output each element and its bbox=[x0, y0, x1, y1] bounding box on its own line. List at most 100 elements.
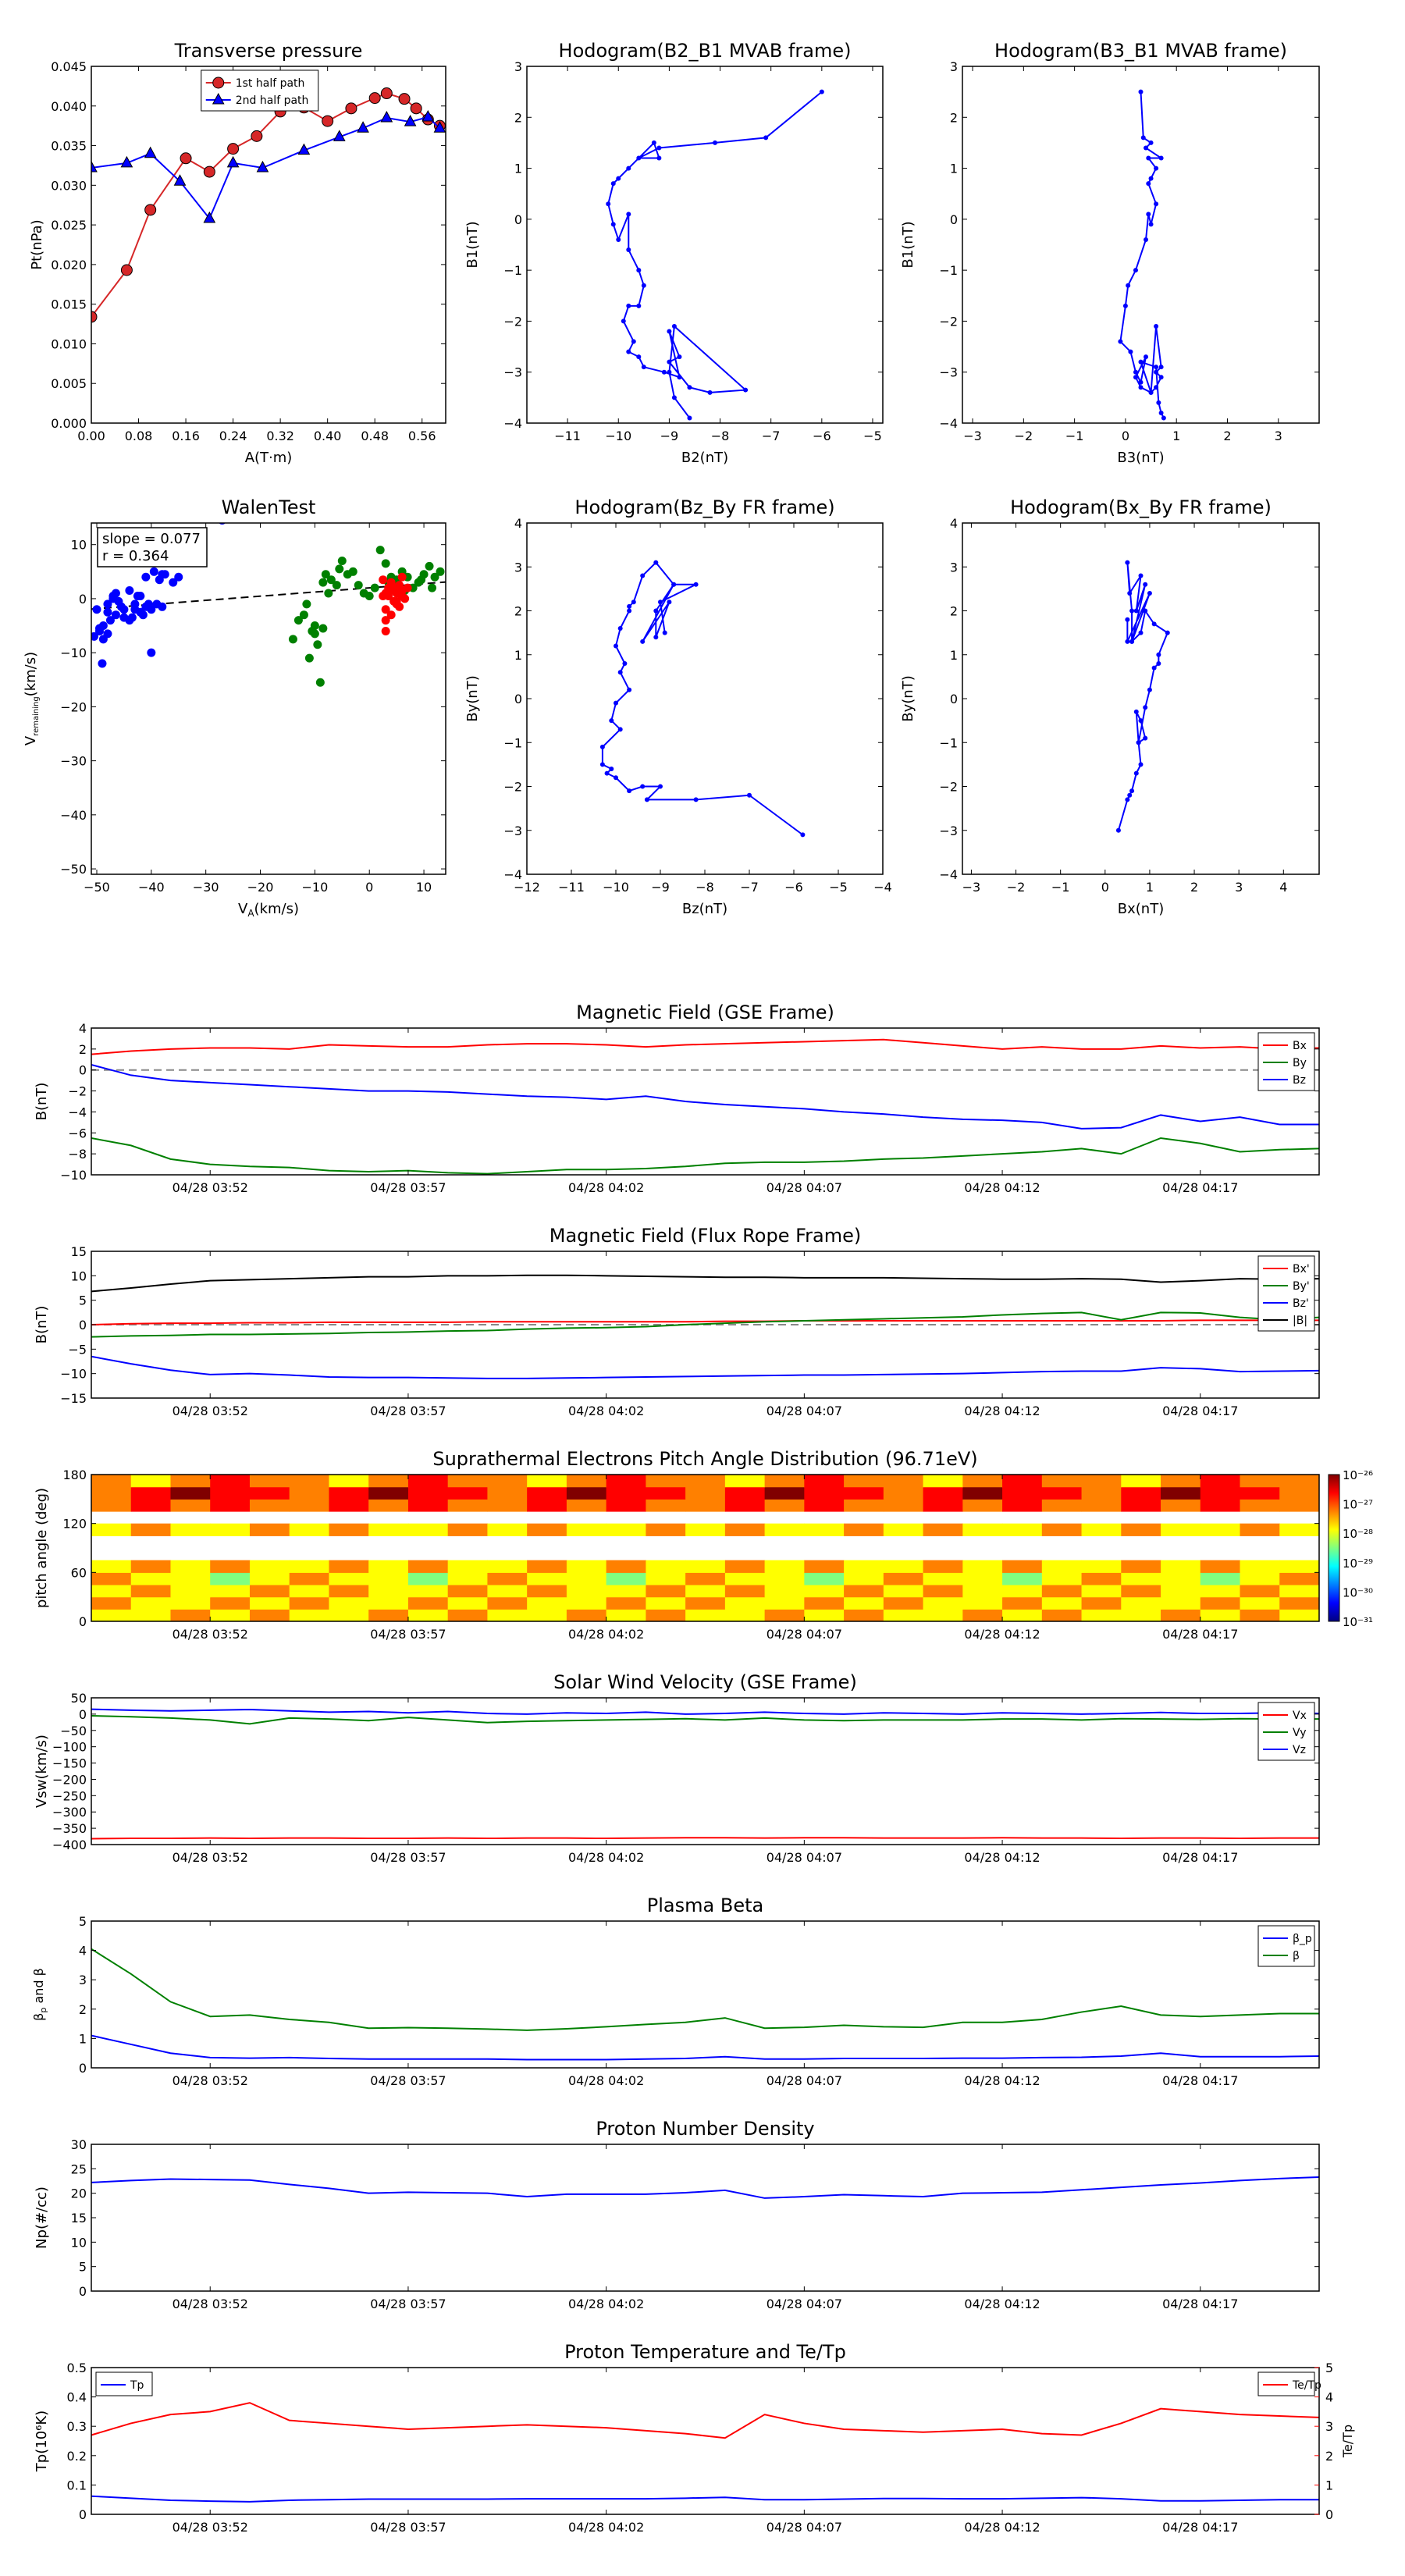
h1-series-0-point bbox=[671, 323, 677, 329]
pad-cell bbox=[1200, 1585, 1241, 1598]
vsw-legend-label: Vx bbox=[1293, 1710, 1307, 1722]
h2-ytick-label: −2 bbox=[939, 314, 958, 329]
pad-cell bbox=[1279, 1499, 1319, 1512]
pad-cell bbox=[646, 1609, 686, 1621]
walen-ylabel: Vremaining(km/s) bbox=[23, 652, 41, 745]
pad-cell bbox=[447, 1486, 489, 1500]
beta-ytick-label: 4 bbox=[79, 1944, 87, 1959]
h1-ytick-label: −4 bbox=[503, 416, 522, 431]
pad-cell bbox=[764, 1572, 805, 1585]
h2-series-0-point bbox=[1146, 181, 1151, 187]
walen-series-1-point bbox=[417, 575, 426, 585]
fr2-ytick-label: −4 bbox=[939, 867, 958, 882]
walen-xtick-label: −30 bbox=[193, 880, 219, 895]
fr1-series-0-point bbox=[693, 797, 699, 802]
fr2-series-0-point bbox=[1143, 582, 1148, 587]
pad-cell bbox=[1041, 1609, 1083, 1621]
walen-series-1-point bbox=[299, 610, 308, 620]
pad-cell bbox=[1240, 1499, 1280, 1512]
pad-cell bbox=[170, 1609, 211, 1621]
pad-cell bbox=[407, 1523, 449, 1536]
pt-ytick-label: 0.035 bbox=[51, 139, 87, 154]
pad-cell bbox=[1279, 1560, 1319, 1573]
pad-cell bbox=[606, 1475, 646, 1488]
chart-walen: WalenTest −50 −40 −30 −20 −10 0 10 −50 −40 −30 −20 −… bbox=[23, 496, 446, 919]
h1-ytick-label: −3 bbox=[503, 365, 522, 380]
fr1-series-0-point bbox=[622, 661, 628, 666]
pad-cell bbox=[91, 1499, 132, 1512]
pad-cell bbox=[844, 1486, 884, 1500]
walen-series-0-point bbox=[111, 589, 120, 598]
h1-series-0-point bbox=[621, 318, 626, 324]
pad-cell bbox=[130, 1486, 172, 1500]
h1-series-0-point bbox=[677, 375, 682, 380]
pad-cell bbox=[962, 1572, 1003, 1585]
pad-cell bbox=[487, 1499, 528, 1512]
pad-cell bbox=[804, 1560, 845, 1573]
walen-ytick-label: −30 bbox=[60, 754, 87, 769]
pad-cell bbox=[566, 1596, 607, 1610]
chart-vsw: Solar Wind Velocity (GSE Frame) 04/28 03:… bbox=[34, 1671, 1320, 1865]
walen-annotation-text: r = 0.364 bbox=[102, 548, 169, 564]
h1-series-0-point bbox=[667, 359, 672, 365]
beta-ytick-label: 5 bbox=[79, 1914, 87, 1929]
chart-np: Proton Number Density04/28 03:52 04/28 03… bbox=[34, 2118, 1320, 2311]
pad-cell bbox=[1200, 1486, 1241, 1500]
walen-series-0-point bbox=[141, 572, 151, 582]
pad-cell bbox=[923, 1523, 963, 1536]
tp-legend: Te/Tp bbox=[1257, 2371, 1321, 2396]
h1-series-0-point bbox=[606, 201, 611, 207]
tp-y2tick-label: 5 bbox=[1325, 2361, 1333, 2375]
tp-legend-label: Tp bbox=[130, 2379, 144, 2392]
pad-cell bbox=[1081, 1523, 1122, 1536]
h2-series-0-point bbox=[1154, 323, 1159, 329]
pad-cell bbox=[1240, 1475, 1280, 1488]
pad-cell bbox=[91, 1609, 132, 1621]
pad-cell bbox=[1081, 1486, 1122, 1500]
h1-title: Hodogram(B2_B1 MVAB frame) bbox=[559, 40, 852, 62]
pad-cell bbox=[210, 1499, 251, 1512]
pad-cell bbox=[1240, 1560, 1280, 1573]
pt-series-1sthalfpath-point bbox=[398, 93, 411, 105]
tp-xtick-label: 04/28 04:17 bbox=[1162, 2520, 1238, 2535]
mag_gse-xtick-label: 04/28 04:02 bbox=[568, 1180, 644, 1195]
walen-series-1-point bbox=[318, 624, 328, 633]
pad-cell bbox=[1121, 1475, 1161, 1488]
tp-title: Proton Temperature and Te/Tp bbox=[564, 2341, 846, 2363]
tp-ytick-label: 0 bbox=[79, 2507, 87, 2522]
pad-cell bbox=[407, 1560, 449, 1573]
h2-series-0-point bbox=[1140, 135, 1146, 141]
pad-cell bbox=[883, 1585, 924, 1598]
mag_gse-xtick-label: 04/28 04:17 bbox=[1162, 1180, 1238, 1195]
pt-series-1sthalfpath-point bbox=[227, 143, 240, 155]
pad-cell bbox=[923, 1499, 963, 1512]
fr2-ylabel: By(nT) bbox=[900, 675, 916, 721]
walen-series-1-point bbox=[302, 600, 311, 609]
chart-fr1: Hodogram(Bz_By FR frame) −1 2 −11 −10 −9 −8 −7 −… bbox=[464, 496, 892, 917]
pad-xtick-label: 04/28 04:12 bbox=[964, 1627, 1040, 1642]
pad-cell bbox=[646, 1572, 686, 1585]
pad-cell bbox=[883, 1499, 924, 1512]
pad-cell bbox=[962, 1585, 1003, 1598]
pad-cell bbox=[1002, 1560, 1043, 1573]
beta-ticks: 04/28 03:52 04/28 03:57 04/28 04:02 04/28 0… bbox=[79, 1914, 1319, 2088]
fr2-xtick-label: 4 bbox=[1279, 880, 1287, 895]
h2-series-0-point bbox=[1133, 369, 1138, 375]
walen-series-2-point bbox=[386, 586, 396, 596]
beta-frame bbox=[91, 1920, 1320, 2069]
pt-ytick-label: 0.045 bbox=[51, 59, 87, 74]
pad-cell bbox=[566, 1609, 607, 1621]
pad-cell bbox=[170, 1560, 211, 1573]
pad-cell bbox=[1161, 1486, 1201, 1500]
pad-cell bbox=[487, 1596, 528, 1610]
walen-series-1-point bbox=[304, 653, 314, 663]
pad-cell bbox=[1240, 1486, 1280, 1500]
pad-cell bbox=[606, 1596, 646, 1610]
h2-ytick-label: −4 bbox=[939, 416, 958, 431]
pad-cell bbox=[764, 1596, 805, 1610]
pad-xtick-label: 04/28 03:52 bbox=[173, 1627, 248, 1642]
fr2-series-0-point bbox=[1156, 652, 1161, 657]
pt-series-1sthalfpath-point bbox=[368, 92, 381, 105]
h1-ytick-label: 1 bbox=[514, 162, 522, 176]
pad-cell bbox=[923, 1596, 963, 1610]
